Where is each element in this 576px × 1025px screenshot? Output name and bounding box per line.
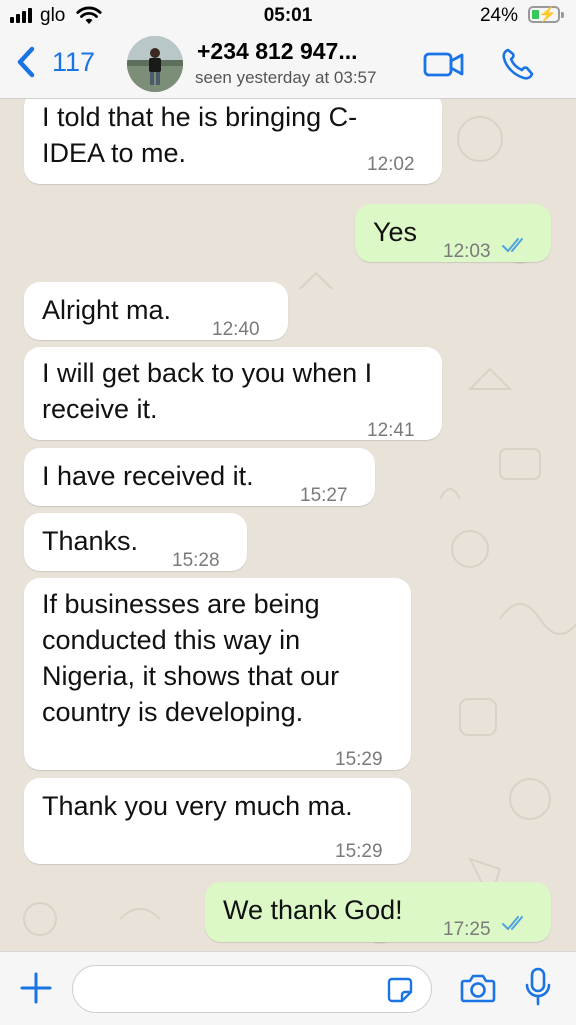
microphone-icon[interactable] bbox=[524, 967, 552, 1007]
contact-name[interactable]: +234 812 947... bbox=[197, 38, 358, 65]
message-input-bar bbox=[0, 951, 576, 1025]
message-timestamp: 15:29 bbox=[335, 841, 383, 862]
status-bar: glo 05:01 24% ⚡ bbox=[0, 0, 576, 32]
avatar[interactable] bbox=[127, 36, 183, 92]
message-timestamp: 17:25 bbox=[443, 919, 491, 940]
chevron-left-icon bbox=[17, 46, 35, 78]
read-receipt-ticks-icon bbox=[502, 238, 523, 252]
incoming-message-bubble[interactable]: I will get back to you when Ireceive it.… bbox=[24, 347, 442, 441]
unread-count: 117 bbox=[52, 46, 96, 77]
back-button[interactable]: 117 bbox=[12, 44, 95, 80]
message-text: Thank you very much ma. bbox=[42, 791, 353, 821]
incoming-message-bubble[interactable]: Alright ma. 12:40 bbox=[24, 282, 288, 340]
message-timestamp: 15:29 bbox=[335, 749, 383, 770]
chat-messages[interactable]: I told that he is bringing C- IDEA to me.… bbox=[0, 99, 576, 951]
outgoing-message-bubble[interactable]: Yes 12:03 bbox=[355, 204, 551, 262]
plus-icon[interactable] bbox=[18, 970, 54, 1006]
read-receipt-ticks-icon bbox=[502, 916, 523, 930]
message-timestamp: 12:41 bbox=[367, 420, 415, 441]
battery-charging-icon: ⚡ bbox=[528, 6, 564, 23]
message-text: If businesses are being conducted this wa… bbox=[42, 589, 340, 727]
last-seen-status: seen yesterday at 03:57 bbox=[195, 68, 377, 87]
chat-header: 117 +234 812 947... seen yesterday at 03… bbox=[0, 32, 576, 99]
incoming-message-bubble[interactable]: I have received it. 15:27 bbox=[24, 448, 375, 506]
outgoing-message-bubble[interactable]: We thank God! 17:25 bbox=[205, 882, 551, 942]
message-timestamp: 15:28 bbox=[172, 550, 220, 571]
incoming-message-bubble[interactable]: Thanks. 15:28 bbox=[24, 513, 247, 571]
phone-icon[interactable] bbox=[500, 46, 536, 82]
battery-percent: 24% bbox=[479, 5, 518, 26]
incoming-message-bubble[interactable]: If businesses are being conducted this wa… bbox=[24, 578, 411, 770]
incoming-message-bubble[interactable]: I told that he is bringing C- IDEA to me.… bbox=[24, 99, 442, 184]
message-timestamp: 12:03 bbox=[443, 241, 491, 262]
video-call-icon[interactable] bbox=[422, 48, 466, 80]
message-timestamp: 15:27 bbox=[300, 485, 348, 506]
message-input[interactable] bbox=[72, 965, 432, 1013]
camera-icon[interactable] bbox=[460, 972, 496, 1004]
message-timestamp: 12:02 bbox=[367, 154, 415, 175]
incoming-message-bubble[interactable]: Thank you very much ma. 15:29 bbox=[24, 778, 411, 864]
sticker-icon[interactable] bbox=[386, 976, 414, 1004]
message-timestamp: 12:40 bbox=[212, 319, 260, 340]
